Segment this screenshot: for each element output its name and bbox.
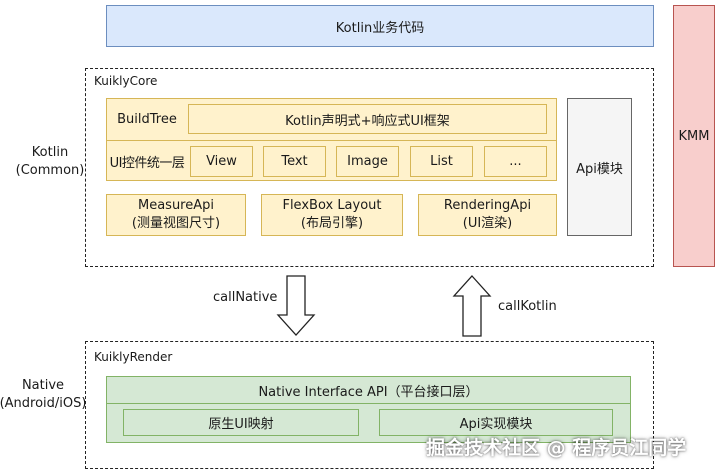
call-native-down-arrow bbox=[276, 275, 316, 337]
kuikly-core-title: KuiklyCore bbox=[94, 74, 158, 88]
widget-image-label: Image bbox=[347, 154, 388, 169]
kmm-label: KMM bbox=[678, 128, 710, 144]
declarative-ui-box: Kotlin声明式+响应式UI框架 bbox=[188, 104, 547, 134]
native-label: Native bbox=[21, 378, 65, 394]
widget-more: ... bbox=[484, 146, 547, 177]
build-tree-label: BuildTree bbox=[117, 111, 177, 127]
kotlin-business-code-label: Kotlin业务代码 bbox=[335, 20, 425, 36]
widget-view: View bbox=[190, 146, 253, 177]
measure-api-label: MeasureApi bbox=[137, 198, 214, 214]
native-layer-label: Native (Android/iOS) bbox=[0, 373, 86, 417]
kotlin-label: Kotlin bbox=[31, 145, 69, 161]
ui-framework-divider bbox=[106, 140, 557, 141]
kuikly-render-title: KuiklyRender bbox=[94, 350, 173, 364]
native-interface-divider bbox=[106, 403, 631, 404]
widget-text-label: Text bbox=[281, 154, 308, 169]
call-kotlin-label: callKotlin bbox=[498, 299, 557, 314]
native-interface-api-label: Native Interface API（平台接口层） bbox=[258, 384, 479, 400]
widget-text: Text bbox=[263, 146, 326, 177]
declarative-ui-label: Kotlin声明式+响应式UI框架 bbox=[285, 113, 450, 129]
widget-view-label: View bbox=[206, 154, 237, 169]
api-impl-module-label: Api实现模块 bbox=[459, 417, 533, 432]
rendering-api-label: RenderingApi bbox=[443, 198, 532, 214]
rendering-api-desc: (UI渲染) bbox=[462, 216, 513, 231]
flexbox-layout-box: FlexBox Layout (布局引擎) bbox=[261, 194, 403, 236]
kotlin-business-code-box: Kotlin业务代码 bbox=[106, 5, 654, 47]
measure-api-box: MeasureApi (测量视图尺寸) bbox=[106, 194, 246, 236]
flexbox-layout-desc: (布局引擎) bbox=[300, 216, 364, 231]
api-module-box: Api模块 bbox=[567, 98, 632, 236]
widget-list-label: List bbox=[430, 154, 453, 169]
kmm-box: KMM bbox=[673, 5, 715, 267]
ui-unified-layer-label: UI控件统一层 bbox=[109, 155, 185, 171]
measure-api-desc: (测量视图尺寸) bbox=[131, 216, 221, 231]
watermark-text: 掘金技术社区 @ 程序员江同学 bbox=[426, 437, 687, 459]
call-native-label: callNative bbox=[213, 290, 278, 305]
common-label: (Common) bbox=[15, 163, 85, 178]
kotlin-common-layer-label: Kotlin (Common) bbox=[6, 140, 94, 184]
widget-list: List bbox=[410, 146, 473, 177]
api-module-label: Api模块 bbox=[576, 161, 623, 177]
widget-image: Image bbox=[336, 146, 399, 177]
flexbox-layout-label: FlexBox Layout bbox=[282, 198, 382, 214]
api-impl-module-box: Api实现模块 bbox=[379, 409, 613, 436]
widget-more-label: ... bbox=[509, 154, 522, 169]
rendering-api-box: RenderingApi (UI渲染) bbox=[418, 194, 557, 236]
native-ui-mapping-label: 原生UI映射 bbox=[208, 417, 274, 432]
android-ios-label: (Android/iOS) bbox=[0, 396, 87, 411]
call-kotlin-up-arrow bbox=[452, 275, 492, 337]
native-ui-mapping-box: 原生UI映射 bbox=[123, 409, 359, 436]
